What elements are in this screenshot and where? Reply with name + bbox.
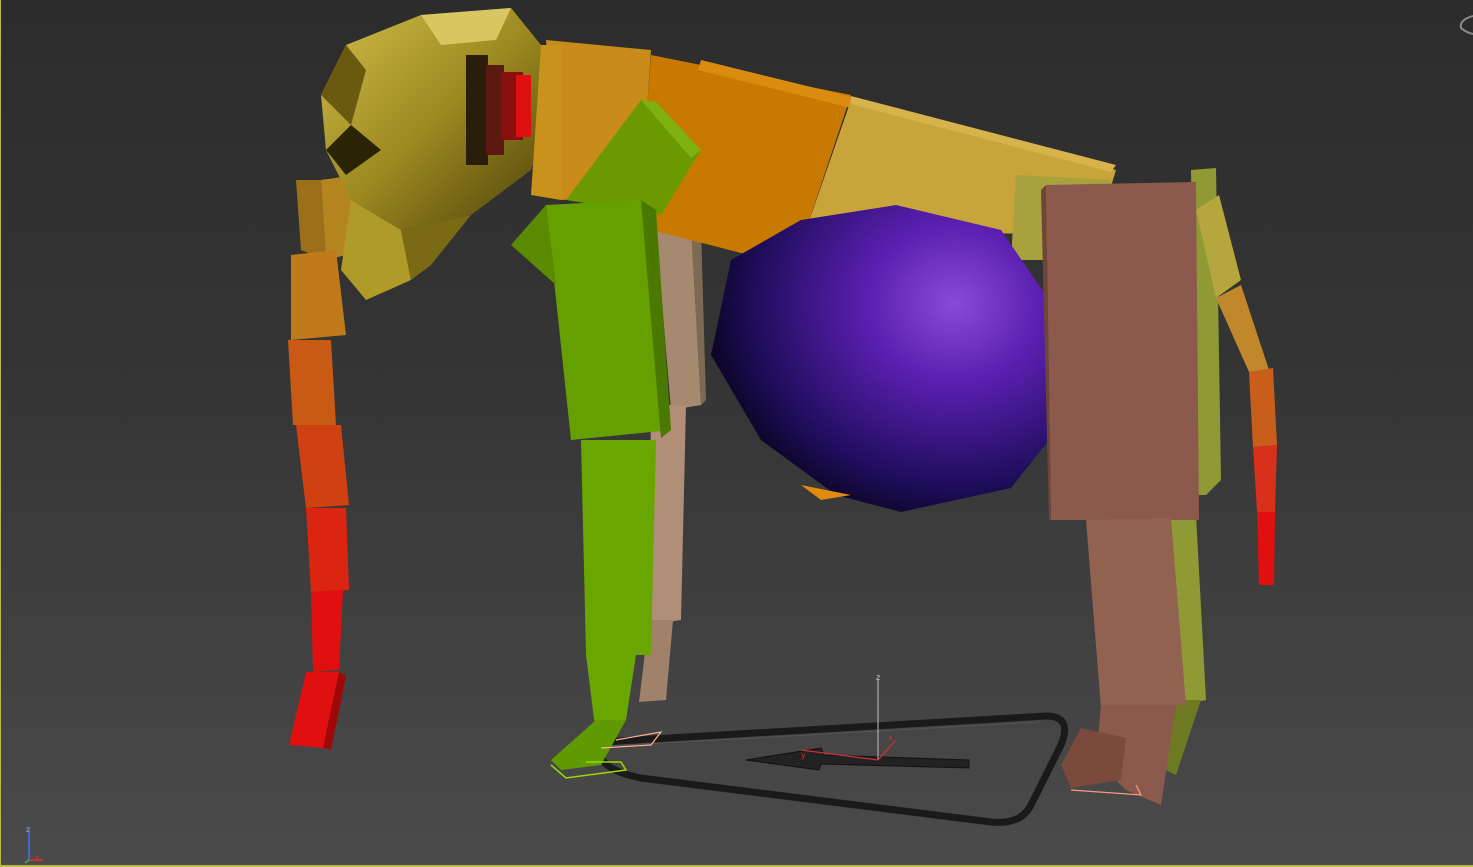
transform-pivot-icon[interactable]: z y x [791,670,911,770]
axis-x-label: x [35,853,40,862]
viewcube-icon[interactable] [1457,12,1473,38]
pivot-z-label: z [876,673,880,682]
pivot-x-label: x [888,733,893,742]
purple-sphere[interactable] [711,205,1049,512]
pivot-y-label: y [801,751,806,760]
eye-socket [466,55,488,165]
axis-z-label: z [26,825,30,834]
scene-render[interactable] [1,0,1473,867]
3d-viewport[interactable]: z y x z x [0,0,1473,867]
world-axis-icon: z x [24,825,43,864]
